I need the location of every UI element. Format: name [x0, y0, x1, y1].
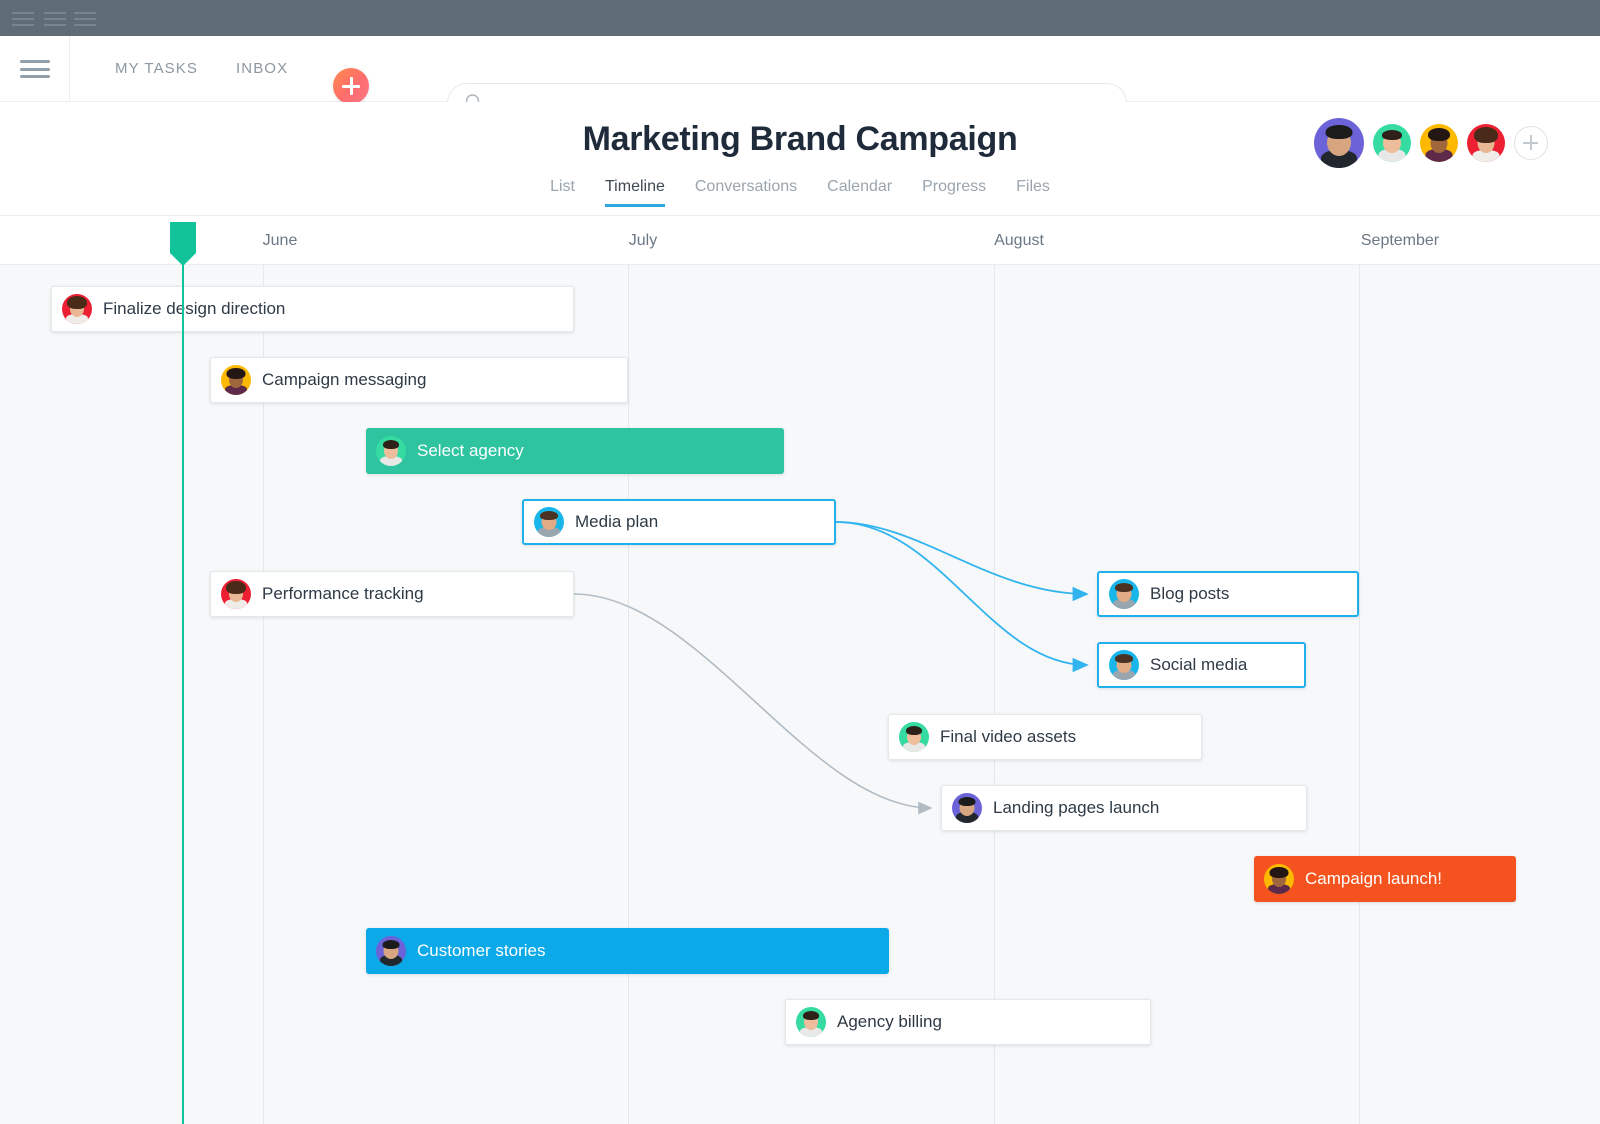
timeline-month-header: June July August September [0, 216, 1600, 265]
today-marker-line [182, 262, 184, 1124]
task-bar-media-plan[interactable]: Media plan [522, 499, 836, 545]
task-label: Social media [1150, 655, 1247, 675]
task-label: Final video assets [940, 727, 1076, 747]
window-glyph-2-icon [44, 8, 66, 28]
task-label: Campaign messaging [262, 370, 426, 390]
task-avatar [221, 579, 251, 609]
asana-timeline-app: MY TASKS INBOX Marketing Brand Campaign … [0, 0, 1600, 1124]
task-avatar [796, 1007, 826, 1037]
task-label: Finalize design direction [103, 299, 285, 319]
tab-list[interactable]: List [550, 178, 575, 207]
tab-calendar[interactable]: Calendar [827, 178, 892, 207]
task-avatar [899, 722, 929, 752]
window-chrome-strip [0, 0, 1600, 36]
month-label-august: August [994, 232, 1044, 250]
project-members [1314, 118, 1548, 168]
task-avatar [952, 793, 982, 823]
task-bar-final-video-assets[interactable]: Final video assets [888, 714, 1202, 760]
task-bar-social-media[interactable]: Social media [1097, 642, 1306, 688]
avatar-member-4[interactable] [1467, 124, 1505, 162]
task-bar-campaign-messaging[interactable]: Campaign messaging [210, 357, 628, 403]
task-label: Agency billing [837, 1012, 942, 1032]
task-avatar [376, 436, 406, 466]
tab-files[interactable]: Files [1016, 178, 1050, 207]
hamburger-icon [20, 59, 50, 79]
task-avatar [62, 294, 92, 324]
quick-add-button[interactable] [333, 68, 369, 104]
add-member-button[interactable] [1514, 126, 1548, 160]
task-avatar [534, 507, 564, 537]
task-avatar [1109, 650, 1139, 680]
task-bar-agency-billing[interactable]: Agency billing [785, 999, 1151, 1045]
window-glyph-1-icon [12, 8, 34, 28]
tab-conversations[interactable]: Conversations [695, 178, 797, 207]
connector-media-plan-to-blog-posts [836, 522, 1087, 594]
month-label-june: June [263, 232, 298, 250]
task-avatar [221, 365, 251, 395]
task-bar-finalize-design-direction[interactable]: Finalize design direction [51, 286, 574, 332]
project-tabs: List Timeline Conversations Calendar Pro… [0, 178, 1600, 207]
task-bar-select-agency[interactable]: Select agency [366, 428, 784, 474]
task-bar-campaign-launch[interactable]: Campaign launch! [1254, 856, 1516, 902]
task-label: Blog posts [1150, 584, 1229, 604]
gridline-august [994, 265, 995, 1124]
menu-button[interactable] [0, 36, 70, 102]
task-label: Campaign launch! [1305, 869, 1442, 889]
task-label: Performance tracking [262, 584, 424, 604]
task-avatar [1264, 864, 1294, 894]
month-label-september: September [1361, 232, 1439, 250]
task-avatar [1109, 579, 1139, 609]
top-navbar: MY TASKS INBOX [0, 36, 1600, 102]
task-avatar [376, 936, 406, 966]
window-glyph-3-icon [74, 8, 96, 28]
month-label-july: July [629, 232, 657, 250]
nav-link-inbox[interactable]: INBOX [236, 60, 288, 77]
tab-progress[interactable]: Progress [922, 178, 986, 207]
connector-media-plan-to-social-media [836, 522, 1087, 665]
task-label: Landing pages launch [993, 798, 1159, 818]
nav-link-my-tasks[interactable]: MY TASKS [115, 60, 198, 77]
timeline-canvas[interactable]: Finalize design direction Campaign messa… [0, 265, 1600, 1124]
today-marker-pin-icon [170, 222, 196, 266]
tab-timeline[interactable]: Timeline [605, 178, 665, 207]
task-label: Media plan [575, 512, 658, 532]
gridline-september [1359, 265, 1360, 1124]
task-label: Customer stories [417, 941, 545, 961]
gridline-july [628, 265, 629, 1124]
task-bar-performance-tracking[interactable]: Performance tracking [210, 571, 574, 617]
task-label: Select agency [417, 441, 524, 461]
avatar-member-3[interactable] [1420, 124, 1458, 162]
task-bar-landing-pages-launch[interactable]: Landing pages launch [941, 785, 1307, 831]
avatar-member-1[interactable] [1314, 118, 1364, 168]
task-bar-blog-posts[interactable]: Blog posts [1097, 571, 1359, 617]
task-bar-customer-stories[interactable]: Customer stories [366, 928, 889, 974]
plus-icon [342, 77, 360, 95]
avatar-member-2[interactable] [1373, 124, 1411, 162]
